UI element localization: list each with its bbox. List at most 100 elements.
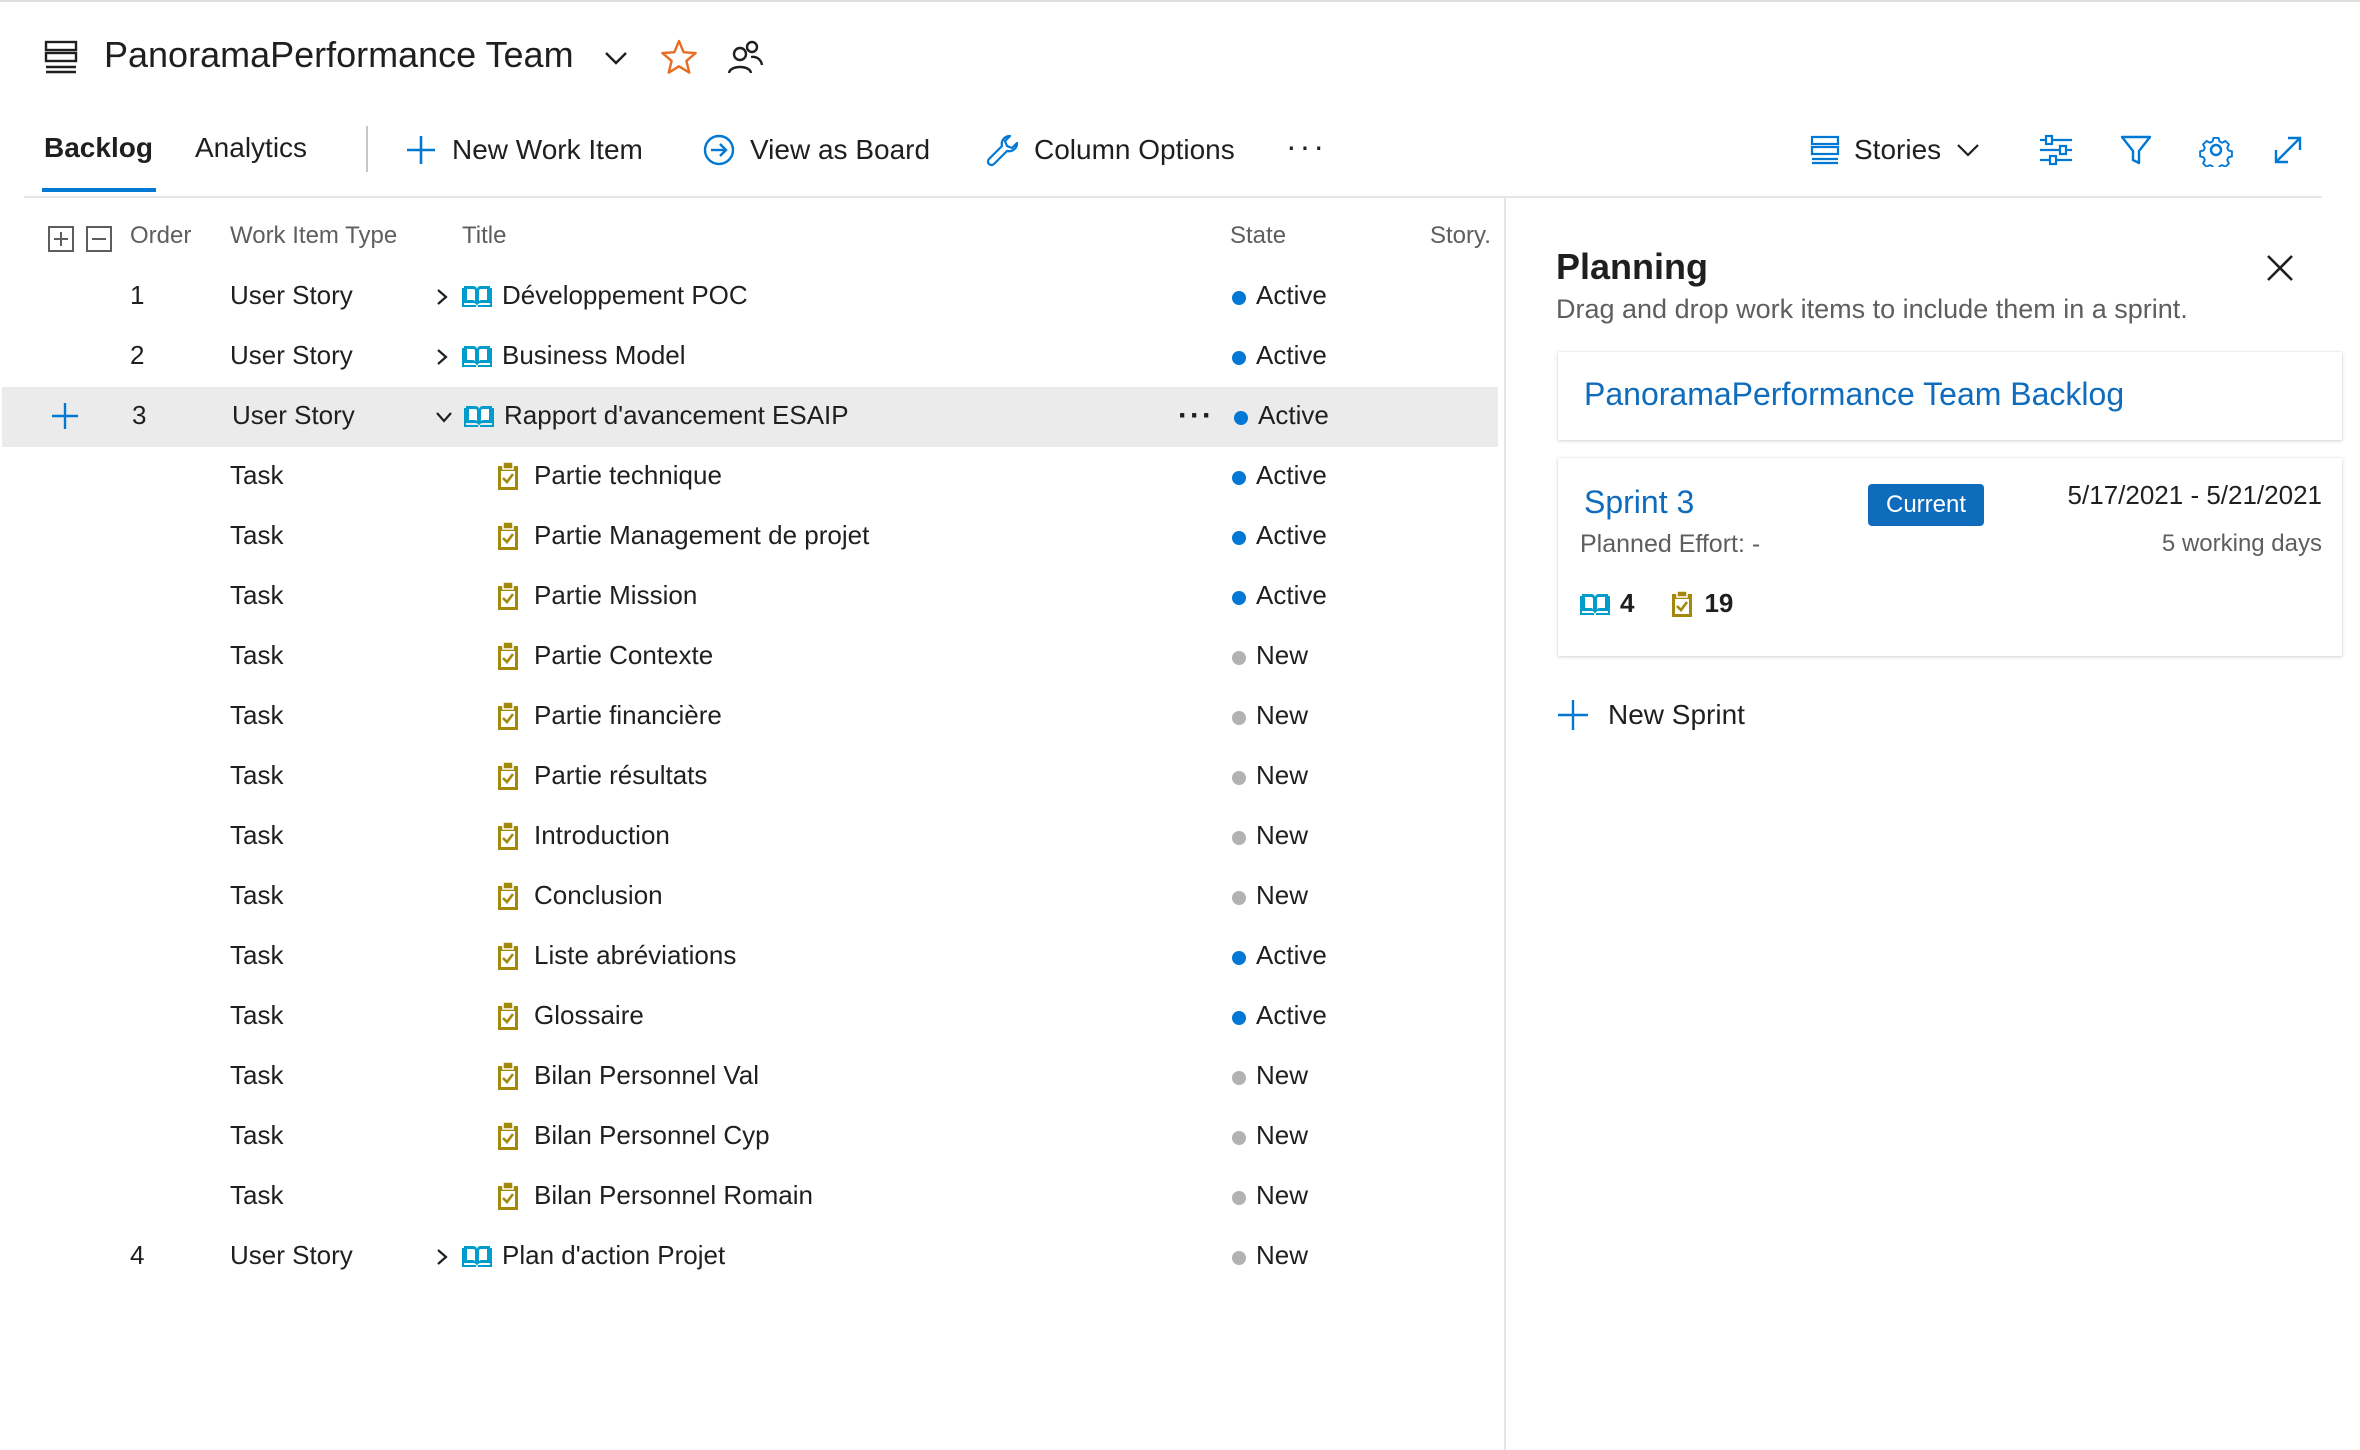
backlog-row-task[interactable]: Task Partie résultats New (0, 747, 1500, 807)
collapse-all-button[interactable] (86, 226, 112, 252)
row-type: Task (230, 760, 284, 790)
team-title[interactable]: PanoramaPerformance Team (104, 34, 574, 76)
row-title[interactable]: Partie Contexte (534, 640, 713, 671)
task-icon (498, 941, 518, 970)
filter-button[interactable] (2116, 130, 2156, 170)
working-days: 5 working days (2161, 530, 2322, 557)
row-type: Task (230, 1000, 284, 1030)
task-icon (498, 1061, 518, 1090)
chevron-right-icon[interactable] (432, 1247, 452, 1267)
state-dot (1232, 651, 1246, 665)
settings-button[interactable] (2196, 130, 2236, 170)
sprint-card[interactable]: Sprint 3 Current 5/17/2021 - 5/21/2021 P… (1558, 458, 2342, 656)
row-state: New (1256, 820, 1309, 850)
row-state: New (1256, 1060, 1309, 1090)
row-title[interactable]: Partie Mission (534, 580, 697, 611)
row-title[interactable]: Bilan Personnel Romain (534, 1180, 813, 1211)
chevron-down-icon[interactable] (602, 48, 630, 68)
sliders-icon (2040, 134, 2072, 166)
backlog-row-task[interactable]: Task Liste abréviations Active (0, 927, 1500, 987)
row-title[interactable]: Conclusion (534, 880, 663, 911)
row-more-actions-button[interactable]: ··· (1178, 399, 1214, 433)
row-state: New (1256, 1240, 1309, 1270)
row-state: Active (1256, 280, 1327, 310)
fullscreen-button[interactable] (2268, 130, 2308, 170)
row-title[interactable]: Rapport d'avancement ESAIP (504, 400, 849, 431)
view-as-board-label: View as Board (750, 134, 931, 165)
row-title[interactable]: Développement POC (502, 280, 748, 311)
new-sprint-button[interactable]: New Sprint (1556, 698, 1745, 732)
backlog-row-task[interactable]: Task Introduction New (0, 807, 1500, 867)
backlog-row-task[interactable]: Task Partie financière New (0, 687, 1500, 747)
backlog-row-task[interactable]: Task Conclusion New (0, 867, 1500, 927)
new-work-item-button[interactable]: New Work Item (404, 128, 643, 172)
row-type: Task (230, 820, 284, 850)
row-type: Task (230, 1180, 284, 1210)
row-type: User Story (230, 340, 353, 370)
team-backlog-card[interactable]: PanoramaPerformance Team Backlog (1558, 352, 2342, 440)
column-header-title[interactable]: Title (462, 222, 506, 250)
column-header-type[interactable]: Work Item Type (230, 222, 397, 250)
chevron-right-icon[interactable] (432, 347, 452, 367)
task-icon (498, 1181, 518, 1210)
state-dot (1232, 1071, 1246, 1085)
column-header-order[interactable]: Order (130, 222, 191, 250)
view-as-board-button[interactable]: View as Board (702, 128, 930, 172)
current-sprint-badge: Current (1868, 484, 1985, 526)
view-options-button[interactable] (2036, 130, 2076, 170)
backlog-row-user-story[interactable]: 3 User Story Rapport d'avancement ESAIP ···… (2, 387, 1498, 447)
more-actions-button[interactable]: ··· (1286, 124, 1327, 168)
task-count: 19 (1704, 588, 1734, 618)
expand-all-button[interactable] (48, 226, 74, 252)
state-dot (1232, 711, 1246, 725)
state-dot (1232, 531, 1246, 545)
backlog-row-user-story[interactable]: 2 User Story Business Model Active (0, 327, 1500, 387)
row-title[interactable]: Partie technique (534, 460, 722, 491)
row-title[interactable]: Bilan Personnel Val (534, 1060, 759, 1091)
team-backlog-link[interactable]: PanoramaPerformance Team Backlog (1584, 376, 2124, 413)
backlog-row-task[interactable]: Task Bilan Personnel Cyp New (0, 1107, 1500, 1167)
task-icon (498, 521, 518, 550)
row-type: Task (230, 880, 284, 910)
backlog-level-picker[interactable]: Stories (1810, 128, 1981, 172)
state-dot (1232, 831, 1246, 845)
team-members-icon[interactable] (726, 38, 764, 76)
backlog-row-user-story[interactable]: 1 User Story Développement POC Active (0, 267, 1500, 327)
row-title[interactable]: Partie Management de projet (534, 520, 869, 551)
backlog-row-task[interactable]: Task Partie Mission Active (0, 567, 1500, 627)
row-title[interactable]: Liste abréviations (534, 940, 736, 971)
new-work-item-label: New Work Item (452, 134, 643, 165)
column-options-button[interactable]: Column Options (986, 128, 1235, 172)
row-title[interactable]: Bilan Personnel Cyp (534, 1120, 770, 1151)
column-header-story-points[interactable]: Story. (1430, 222, 1491, 250)
backlog-row-task[interactable]: Task Partie Management de projet Active (0, 507, 1500, 567)
task-icon (498, 461, 518, 490)
row-title[interactable]: Plan d'action Projet (502, 1240, 725, 1271)
backlog-grid: Order Work Item Type Title State Story. … (0, 200, 1500, 1450)
tab-analytics[interactable]: Analytics (195, 132, 307, 164)
add-child-icon[interactable] (50, 401, 80, 431)
backlog-row-user-story[interactable]: 4 User Story Plan d'action Projet New (0, 1227, 1500, 1287)
row-order: 2 (130, 340, 145, 370)
tab-backlog[interactable]: Backlog (44, 132, 153, 164)
favorite-star-icon[interactable] (660, 38, 698, 76)
close-icon[interactable] (2264, 252, 2296, 284)
backlog-row-task[interactable]: Task Glossaire Active (0, 987, 1500, 1047)
backlog-row-task[interactable]: Task Partie technique Active (0, 447, 1500, 507)
row-title[interactable]: Glossaire (534, 1000, 644, 1031)
row-type: Task (230, 520, 284, 550)
column-header-state[interactable]: State (1230, 222, 1286, 250)
state-dot (1232, 1011, 1246, 1025)
backlog-row-task[interactable]: Task Partie Contexte New (0, 627, 1500, 687)
row-title[interactable]: Partie résultats (534, 760, 707, 791)
backlog-row-task[interactable]: Task Bilan Personnel Val New (0, 1047, 1500, 1107)
backlog-row-task[interactable]: Task Bilan Personnel Romain New (0, 1167, 1500, 1227)
row-title[interactable]: Partie financière (534, 700, 722, 731)
chevron-down-icon[interactable] (434, 407, 454, 427)
row-title[interactable]: Introduction (534, 820, 670, 851)
sprint-name-link[interactable]: Sprint 3 (1584, 484, 1694, 521)
row-title[interactable]: Business Model (502, 340, 686, 371)
toolbar: Backlog Analytics New Work Item View as … (0, 120, 2360, 198)
chevron-right-icon[interactable] (432, 287, 452, 307)
row-type: Task (230, 1060, 284, 1090)
